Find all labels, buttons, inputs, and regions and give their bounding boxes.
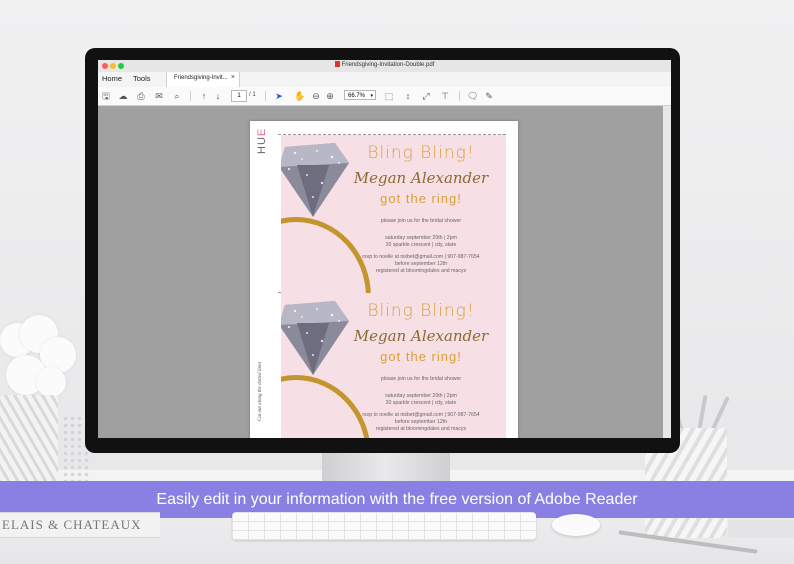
menu-home[interactable]: Home (102, 74, 122, 83)
print-icon[interactable]: ⎙ (136, 91, 146, 101)
toolbar-divider (459, 91, 460, 101)
scroll-icon[interactable]: ↕ (403, 91, 413, 101)
email-icon[interactable]: ✉ (154, 91, 164, 101)
monitor-stand (322, 452, 450, 482)
tab-document[interactable]: Friendsgiving-Invit... × (166, 72, 240, 87)
book: ELAIS & CHATEAUX (0, 512, 160, 538)
keyboard (232, 512, 536, 540)
invitation-detail: please join us for the bridal shower (380, 376, 462, 382)
app-window: Friendsgiving-Invitation-Double.pdf Home… (98, 60, 671, 438)
cut-instructions: Cut out along the dotted lines (258, 361, 263, 421)
select-icon[interactable]: ➤ (274, 91, 284, 101)
comment-icon[interactable]: 🗨 (467, 91, 478, 101)
vertical-scrollbar[interactable] (663, 106, 671, 438)
pdf-page: HUE Cut out along the dotted lines Bling… (250, 121, 518, 438)
fullscreen-icon[interactable]: ⤢ (421, 91, 431, 101)
invitation-detail: rsvp to noelle at nisbet@gmail.com | 907… (362, 412, 480, 418)
invitation-detail: 20 sparkle crescent | city, state (385, 242, 457, 248)
toolbar-divider (265, 91, 266, 101)
vase (0, 395, 58, 485)
invitation-detail: before september 12th (394, 261, 448, 267)
page-up-icon[interactable]: ↑ (199, 91, 209, 101)
zoom-value: 66.7% (348, 93, 366, 99)
page-down-icon[interactable]: ↓ (213, 91, 223, 101)
toolbar: 🖫 ☁ ⎙ ✉ ⌕ ↑ ↓ 1 / 1 ➤ ✋ ⊖ ⊕ 66.7% ▾ ⬚ ↕ ⤢… (98, 87, 671, 106)
invitation-detail: registered at bloomingdales and macys (375, 268, 467, 274)
tab-label: Friendsgiving-Invit... (174, 75, 228, 81)
invitation-headline: Bling Bling! (367, 301, 475, 321)
invitation-headline: Bling Bling! (367, 143, 475, 163)
hand-icon[interactable]: ✋ (294, 91, 305, 101)
book-title: ELAIS & CHATEAUX (2, 517, 142, 532)
page-total: / 1 (249, 92, 256, 98)
invitation-detail: please join us for the bridal shower (380, 218, 462, 224)
chevron-down-icon: ▾ (370, 93, 373, 99)
zoom-out-icon[interactable]: ⊖ (311, 91, 321, 101)
fit-page-icon[interactable]: ⬚ (384, 91, 394, 101)
save-icon[interactable]: 🖫 (101, 91, 111, 101)
invitation-detail: rsvp to noelle at nisbet@gmail.com | 907… (362, 254, 480, 260)
invitation-detail: saturday september 20th | 2pm (385, 393, 457, 399)
invitation-name: Megan Alexander (353, 327, 489, 345)
invitation-detail: saturday september 20th | 2pm (385, 235, 457, 241)
invitation-detail: registered at bloomingdales and macys (375, 426, 467, 432)
invitation-name: Megan Alexander (353, 169, 489, 187)
invitation-card: Bling Bling! Megan Alexander got the rin… (281, 293, 506, 438)
menu-tools[interactable]: Tools (133, 74, 151, 83)
invitation-detail: before september 12th (394, 419, 448, 425)
invitation-tagline: got the ring! (380, 349, 462, 364)
invitation-tagline: got the ring! (380, 191, 462, 206)
search-icon[interactable]: ⌕ (172, 91, 182, 101)
flower-bouquet (0, 315, 80, 405)
toolbar-divider (190, 91, 191, 101)
tab-close-icon[interactable]: × (231, 74, 235, 81)
phone (728, 520, 794, 538)
invitation-card: Bling Bling! Megan Alexander got the rin… (281, 135, 506, 303)
pen-icon[interactable]: ✎ (484, 91, 494, 101)
pdf-file-icon (334, 61, 340, 67)
mouse (552, 514, 600, 536)
page-number-input[interactable]: 1 (231, 90, 247, 102)
zoom-in-icon[interactable]: ⊕ (325, 91, 335, 101)
zoom-select[interactable]: 66.7% ▾ (344, 90, 376, 100)
fill-sign-icon[interactable]: ⊤ (440, 91, 450, 101)
upload-icon[interactable]: ☁ (118, 91, 128, 101)
invitation-detail: 20 sparkle crescent | city, state (385, 400, 457, 406)
caption-text: Easily edit in your information with the… (156, 491, 638, 508)
brand-logo: HUE (256, 127, 268, 154)
window-title: Friendsgiving-Invitation-Double.pdf (98, 61, 671, 68)
